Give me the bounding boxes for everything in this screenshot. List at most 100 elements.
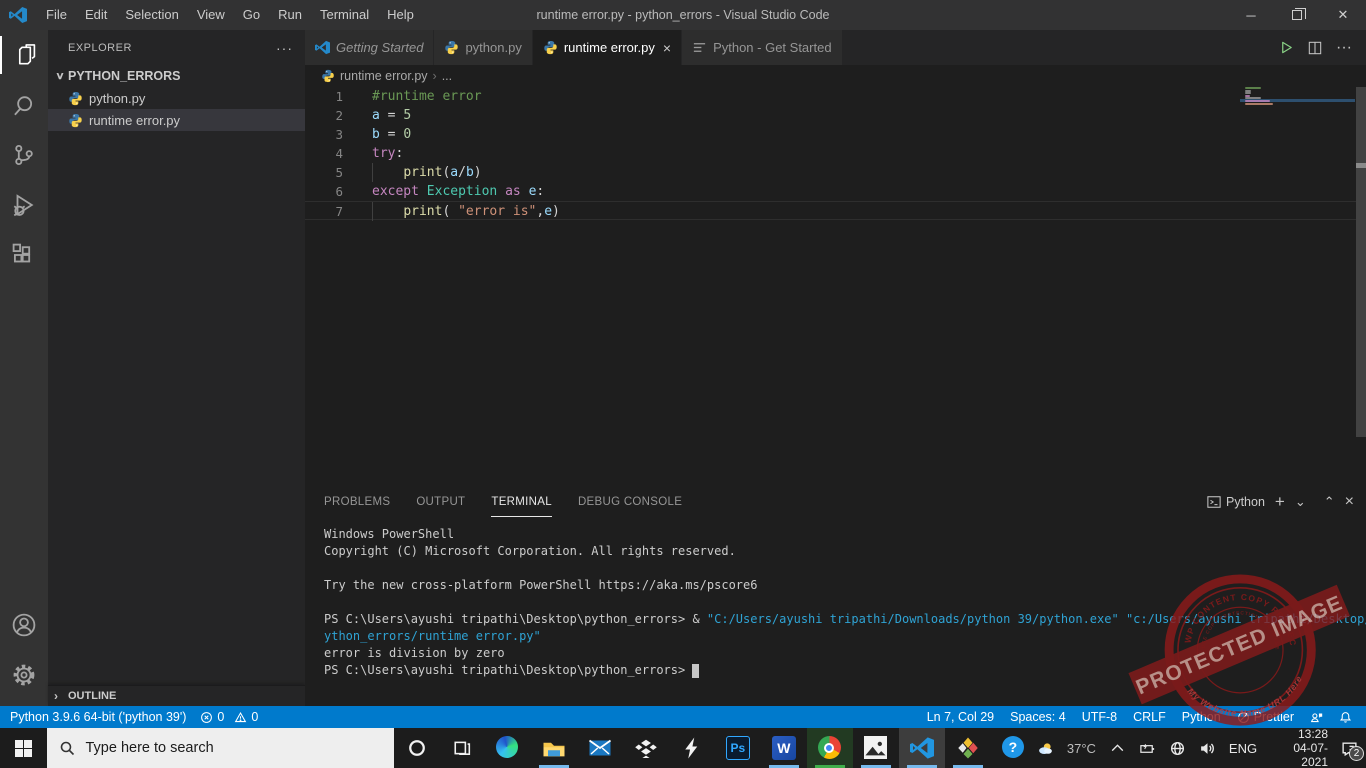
panel-tab-terminal[interactable]: TERMINAL: [491, 487, 552, 517]
split-editor-icon[interactable]: [1308, 41, 1322, 55]
taskbar-app-mail[interactable]: [577, 728, 623, 768]
folder-python-errors[interactable]: ∨ PYTHON_ERRORS: [48, 65, 305, 87]
tab-label: python.py: [465, 40, 522, 55]
minimap-line: [1245, 100, 1271, 102]
maximize-panel-icon[interactable]: ⌃: [1324, 494, 1335, 510]
outline-section[interactable]: › OUTLINE: [48, 685, 305, 706]
status-ln-7-col-29[interactable]: Ln 7, Col 29: [927, 710, 994, 724]
new-terminal-button[interactable]: +: [1275, 492, 1285, 512]
menu-file[interactable]: File: [37, 0, 76, 30]
status-feedback-button[interactable]: [1310, 711, 1323, 724]
menu-terminal[interactable]: Terminal: [311, 0, 378, 30]
taskbar-app-word[interactable]: W: [761, 728, 807, 768]
chevron-down-icon: ∨: [55, 70, 65, 82]
notification-badge: 2: [1349, 745, 1364, 761]
taskbar-app-photoshop[interactable]: Ps: [715, 728, 761, 768]
status-prettier[interactable]: Prettier: [1237, 710, 1294, 724]
volume-icon[interactable]: [1199, 740, 1216, 757]
tab-label: Getting Started: [336, 40, 424, 55]
taskbar-app-photos[interactable]: [853, 728, 899, 768]
menu-go[interactable]: Go: [234, 0, 269, 30]
panel-tab-problems[interactable]: PROBLEMS: [324, 487, 390, 517]
python-interpreter-status[interactable]: Python 3.9.6 64-bit ('python 39'): [10, 710, 186, 724]
restore-button[interactable]: [1274, 0, 1320, 30]
taskbar-app-chrome[interactable]: [806, 728, 853, 768]
activity-account-icon[interactable]: [0, 600, 48, 650]
close-button[interactable]: ✕: [1320, 0, 1366, 30]
tray-expand-icon[interactable]: [1109, 740, 1126, 757]
menu-run[interactable]: Run: [269, 0, 311, 30]
editor-group[interactable]: Getting Started python.py runtime error.py…: [305, 30, 1366, 487]
menu-help[interactable]: Help: [378, 0, 423, 30]
code-editor[interactable]: 1 #runtime error 2 a = 5 3 b = 0 4 try: 5 print(…: [305, 87, 1366, 487]
terminal-line: PS C:\Users\ayushi tripathi\Desktop\pyth…: [324, 612, 1366, 626]
file-name: python.py: [89, 90, 146, 106]
activity-run-debug-icon[interactable]: [0, 180, 48, 230]
status-bell-button[interactable]: [1339, 711, 1352, 724]
run-button[interactable]: [1279, 40, 1294, 55]
close-tab-icon[interactable]: ×: [663, 40, 671, 56]
activity-settings-icon[interactable]: [0, 650, 48, 700]
problems-status[interactable]: 0 0: [200, 710, 258, 724]
panel-tab-debug-console[interactable]: DEBUG CONSOLE: [578, 487, 682, 517]
tab-runtime-error-py[interactable]: runtime error.py ×: [532, 30, 682, 65]
taskbar-app-lightning[interactable]: [669, 728, 715, 768]
time-label: 13:28: [1297, 727, 1328, 741]
minimize-button[interactable]: ─: [1228, 0, 1274, 30]
temperature-label[interactable]: 37°C: [1067, 741, 1096, 756]
menu-selection[interactable]: Selection: [116, 0, 187, 30]
weather-icon[interactable]: [1037, 740, 1054, 757]
taskbar-app-help[interactable]: ?: [991, 728, 1037, 768]
status-crlf[interactable]: CRLF: [1133, 710, 1166, 724]
vscode-icon: [315, 40, 330, 55]
file-item-python-py[interactable]: python.py: [48, 87, 305, 109]
code-text: #runtime error: [372, 89, 482, 104]
taskbar-app-vscode[interactable]: [898, 728, 945, 768]
notification-center-button[interactable]: 2: [1341, 740, 1364, 761]
taskbar-app-file-explorer[interactable]: [531, 728, 577, 768]
activity-explorer-icon[interactable]: [0, 30, 48, 80]
tab-python-py[interactable]: python.py: [434, 30, 532, 65]
explorer-more-actions-button[interactable]: ···: [276, 40, 293, 56]
file-name: runtime error.py: [89, 112, 181, 128]
python-icon: [543, 40, 558, 55]
taskbar-app-quickheal[interactable]: [945, 728, 991, 768]
menu-edit[interactable]: Edit: [76, 0, 116, 30]
minimap[interactable]: [1240, 87, 1355, 207]
minimap-line: [1245, 87, 1262, 89]
close-panel-icon[interactable]: ×: [1345, 493, 1354, 511]
network-icon[interactable]: [1169, 740, 1186, 757]
editor-scrollbar[interactable]: [1356, 87, 1366, 437]
taskbar-app-edge[interactable]: [485, 728, 531, 768]
status-spaces-4[interactable]: Spaces: 4: [1010, 710, 1066, 724]
language-indicator[interactable]: ENG: [1229, 741, 1257, 756]
activity-search-icon[interactable]: [0, 80, 48, 130]
tab-python-get-started[interactable]: Python - Get Started: [682, 30, 842, 65]
activity-extensions-icon[interactable]: [0, 230, 48, 280]
tab-getting-started[interactable]: Getting Started: [305, 30, 434, 65]
code-line-3: 3 b = 0: [305, 125, 1366, 144]
task-view-button[interactable]: [439, 728, 485, 768]
status-python[interactable]: Python: [1182, 710, 1221, 724]
file-item-runtime-error-py[interactable]: runtime error.py: [48, 109, 305, 131]
breadcrumb[interactable]: runtime error.py › ...: [305, 65, 1366, 87]
taskbar-search-input[interactable]: Type here to search: [47, 728, 394, 768]
window-title: runtime error.py - python_errors - Visua…: [536, 8, 830, 22]
clock[interactable]: 13:28 04-07-2021: [1270, 727, 1328, 768]
terminal-output[interactable]: Windows PowerShell Copyright (C) Microsof…: [305, 517, 1366, 679]
status-utf-8[interactable]: UTF-8: [1082, 710, 1117, 724]
terminal-dropdown-icon[interactable]: ⌄: [1295, 494, 1306, 510]
more-actions-icon[interactable]: ···: [1336, 39, 1352, 57]
battery-icon[interactable]: [1139, 740, 1156, 757]
python-file-icon: [321, 69, 335, 83]
taskbar-app-dropbox[interactable]: [623, 728, 669, 768]
menu-view[interactable]: View: [188, 0, 234, 30]
status-label: Prettier: [1253, 710, 1294, 724]
terminal-selector[interactable]: Python: [1207, 495, 1265, 509]
search-icon: [59, 740, 75, 756]
panel-tab-output[interactable]: OUTPUT: [416, 487, 465, 517]
activity-source-control-icon[interactable]: [0, 130, 48, 180]
cortana-button[interactable]: [394, 728, 440, 768]
start-button[interactable]: [0, 728, 47, 768]
terminal-line: ython_errors/runtime error.py": [324, 629, 541, 643]
